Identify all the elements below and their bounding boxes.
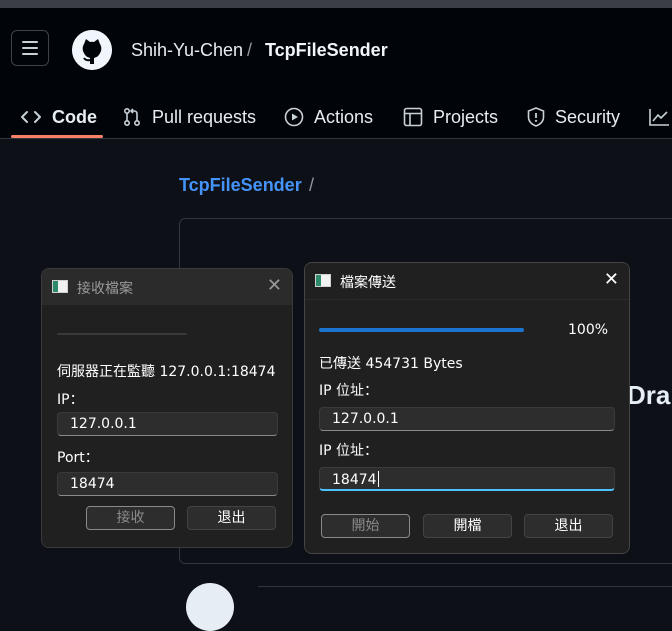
tab-actions[interactable]: Actions	[284, 96, 373, 138]
table-icon	[403, 107, 423, 127]
send-progress-percent: 100%	[568, 322, 609, 338]
send-dialog-titlebar[interactable]: 檔案傳送 ✕	[305, 263, 629, 299]
pull-request-icon	[123, 107, 141, 127]
send-ip-field[interactable]: 127.0.0.1	[319, 407, 615, 431]
active-tab-indicator	[11, 135, 103, 138]
tab-projects[interactable]: Projects	[403, 96, 498, 138]
tab-security[interactable]: Security	[527, 96, 620, 138]
send-progress-bar	[319, 328, 524, 332]
tab-code[interactable]: Code	[20, 96, 97, 138]
send-port-field[interactable]: 18474	[319, 467, 615, 491]
receive-ip-field[interactable]: 127.0.0.1	[57, 412, 278, 436]
breadcrumb-separator: /	[247, 40, 253, 60]
tab-security-label: Security	[555, 106, 621, 127]
receive-ip-label: IP：	[57, 392, 84, 408]
window-top-strip	[0, 0, 672, 8]
close-icon[interactable]: ✕	[267, 277, 282, 295]
sent-bytes-status: 已傳送 454731 Bytes	[319, 356, 463, 372]
close-icon[interactable]: ✕	[604, 271, 619, 289]
send-exit-button[interactable]: 退出	[524, 514, 613, 538]
menu-icon	[22, 41, 38, 43]
tab-insights[interactable]	[648, 96, 670, 138]
receive-port-field[interactable]: 18474	[57, 472, 278, 496]
hamburger-menu-button[interactable]	[11, 30, 49, 66]
app-window-icon	[52, 280, 68, 293]
send-port-label: IP 位址：	[319, 443, 379, 459]
tab-projects-label: Projects	[433, 106, 499, 127]
receive-dialog-body: 伺服器正在監聽 127.0.0.1:18474 IP： 127.0.0.1 Po…	[42, 305, 292, 547]
graph-icon	[649, 109, 669, 126]
divider	[258, 586, 672, 587]
receive-status-text: 伺服器正在監聽 127.0.0.1:18474	[57, 364, 276, 380]
repo-nav-tabs: Code Pull requests Actions Projects Secu…	[0, 96, 672, 138]
receive-port-label: Port：	[57, 450, 99, 466]
repo-header: Shih-Yu-Chen / TcpFileSender Code Pull r…	[0, 8, 672, 139]
send-dialog-title: 檔案傳送	[340, 275, 396, 291]
breadcrumb-repo[interactable]: TcpFileSender	[265, 40, 388, 61]
receive-file-dialog: 接收檔案 ✕ 伺服器正在監聽 127.0.0.1:18474 IP： 127.0…	[41, 268, 293, 548]
receive-exit-button[interactable]: 退出	[187, 506, 276, 530]
github-logo-icon[interactable]	[72, 30, 112, 70]
send-progress-fill	[319, 328, 524, 332]
send-dialog-body: 100% 已傳送 454731 Bytes IP 位址： 127.0.0.1 I…	[305, 299, 629, 553]
receive-progress-bar	[57, 333, 187, 335]
send-port-value: 18474	[332, 472, 377, 488]
breadcrumb-owner[interactable]: Shih-Yu-Chen	[131, 40, 243, 61]
tab-code-label: Code	[52, 106, 97, 127]
open-file-button[interactable]: 開檔	[423, 514, 512, 538]
tab-pull-requests-label: Pull requests	[152, 106, 257, 127]
start-button[interactable]: 開始	[321, 514, 410, 538]
repo-path-link[interactable]: TcpFileSender	[179, 175, 302, 196]
play-icon	[284, 107, 304, 127]
code-icon	[21, 111, 41, 123]
tab-pull-requests[interactable]: Pull requests	[122, 96, 256, 138]
receive-button[interactable]: 接收	[86, 506, 175, 530]
tab-actions-label: Actions	[314, 106, 374, 127]
receive-dialog-title: 接收檔案	[77, 281, 133, 297]
readme-heading: Dra	[627, 380, 671, 410]
shield-icon	[527, 107, 545, 127]
repo-path-separator: /	[309, 175, 315, 195]
receive-dialog-titlebar[interactable]: 接收檔案 ✕	[42, 269, 292, 305]
send-file-dialog: 檔案傳送 ✕ 100% 已傳送 454731 Bytes IP 位址： 127.…	[304, 262, 630, 554]
app-window-icon	[315, 274, 331, 287]
send-ip-label: IP 位址：	[319, 383, 379, 399]
avatar	[186, 583, 234, 631]
text-caret	[377, 471, 379, 487]
